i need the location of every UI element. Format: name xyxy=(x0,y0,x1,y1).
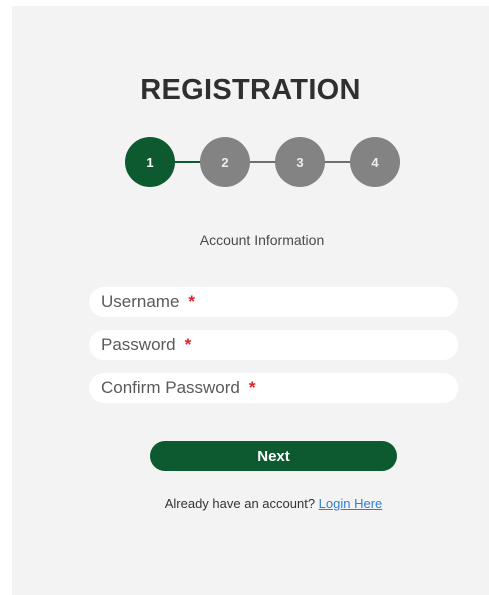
step-connector-1-2 xyxy=(173,161,202,163)
confirm-password-label: Confirm Password xyxy=(101,378,240,397)
registration-card: REGISTRATION 1 2 3 4 Account Information… xyxy=(12,6,489,595)
confirm-password-required-mark: * xyxy=(248,378,256,397)
step-connector-2-3 xyxy=(248,161,277,163)
page-title: REGISTRATION xyxy=(140,74,361,106)
next-button[interactable]: Next xyxy=(150,441,397,471)
password-required-mark: * xyxy=(184,335,192,354)
username-required-mark: * xyxy=(188,292,196,311)
login-prompt-line: Already have an account? Login Here xyxy=(12,496,489,511)
confirm-password-field[interactable]: Confirm Password * xyxy=(89,373,458,403)
password-label: Password xyxy=(101,335,176,354)
step-caption: Account Information xyxy=(199,232,325,248)
username-label: Username xyxy=(101,292,180,311)
step-3: 3 xyxy=(275,137,325,187)
password-field[interactable]: Password * xyxy=(89,330,458,360)
username-field[interactable]: Username * xyxy=(89,287,458,317)
login-prompt-text: Already have an account? xyxy=(164,496,316,511)
progress-stepper: 1 2 3 4 xyxy=(125,137,400,189)
login-here-link[interactable]: Login Here xyxy=(319,496,383,511)
step-1: 1 xyxy=(125,137,175,187)
step-2: 2 xyxy=(200,137,250,187)
step-4: 4 xyxy=(350,137,400,187)
step-connector-3-4 xyxy=(323,161,352,163)
